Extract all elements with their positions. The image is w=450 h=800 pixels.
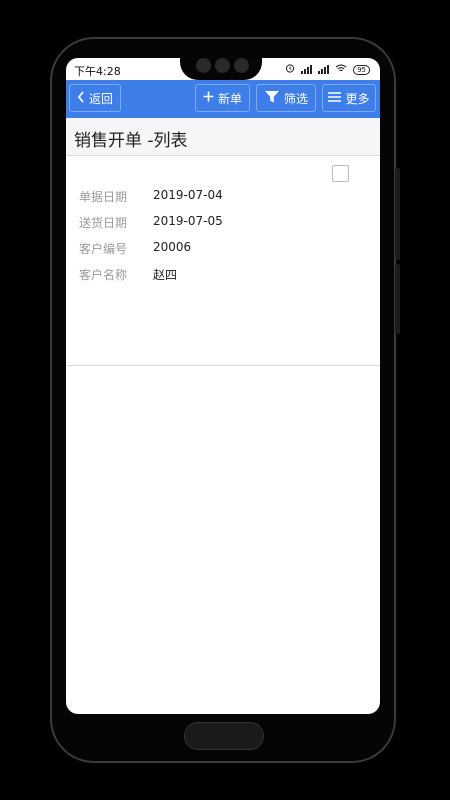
alarm-icon xyxy=(285,63,295,76)
field-label: 送货日期 xyxy=(79,216,128,230)
new-order-button[interactable]: 新单 xyxy=(195,84,250,112)
battery-icon: 95 xyxy=(353,64,370,75)
new-order-label: 新单 xyxy=(217,91,242,106)
chevron-left-icon xyxy=(77,90,85,106)
field-value: 2019-07-05 xyxy=(153,214,223,228)
signal-icon xyxy=(301,65,313,74)
back-button[interactable]: 返回 xyxy=(69,84,121,112)
wifi-icon xyxy=(335,63,347,76)
home-button[interactable] xyxy=(184,722,264,750)
status-time: 下午4:28 xyxy=(74,65,121,78)
back-label: 返回 xyxy=(88,91,113,106)
camera-icon xyxy=(196,58,211,73)
field-label: 客户名称 xyxy=(79,268,128,282)
field-label: 单据日期 xyxy=(79,190,128,204)
field-value: 2019-07-04 xyxy=(153,188,223,202)
camera-icon xyxy=(215,58,230,73)
more-button[interactable]: 更多 xyxy=(322,84,376,112)
phone-side-button xyxy=(395,264,400,334)
plus-icon xyxy=(203,91,214,105)
title-bar: 销售开单 -列表 xyxy=(66,118,380,156)
field-value: 20006 xyxy=(153,240,192,254)
signal-icon xyxy=(318,65,330,74)
field-label: 客户编号 xyxy=(79,242,128,256)
camera-icon xyxy=(234,58,249,73)
menu-icon xyxy=(328,91,342,105)
list-item[interactable]: 单据日期 2019-07-04 送货日期 2019-07-05 客户编号 200… xyxy=(66,156,380,366)
page-title: 销售开单 -列表 xyxy=(74,131,188,151)
field-value: 赵四 xyxy=(153,268,178,282)
top-toolbar: 返回 新单 筛选 更多 xyxy=(66,80,380,118)
app-screen: 下午4:28 95 返回 新单 筛选 更多 销售开单 -列表 单据日期 2019… xyxy=(66,58,380,714)
more-label: 更多 xyxy=(345,91,370,106)
filter-icon xyxy=(264,90,280,107)
filter-label: 筛选 xyxy=(283,91,308,106)
phone-side-button xyxy=(395,168,400,260)
select-checkbox[interactable] xyxy=(332,165,349,182)
filter-button[interactable]: 筛选 xyxy=(256,84,316,112)
